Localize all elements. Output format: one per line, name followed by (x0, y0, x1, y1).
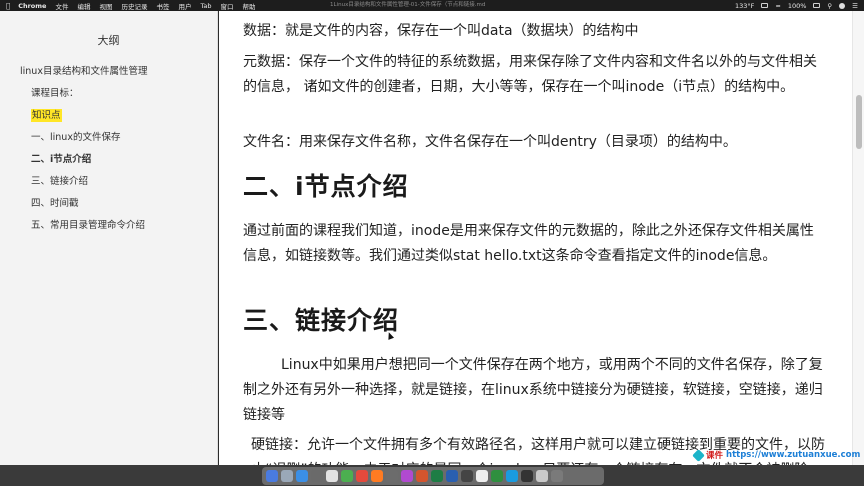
paragraph-links: Linux中如果用户想把同一个文件保存在两个地方，或用两个不同的文件名保存，除了… (243, 357, 823, 423)
menu-item-edit[interactable]: 编辑 (77, 1, 90, 11)
document-body[interactable]: 数据：就是文件的内容，保存在一个叫data（数据块）的结构中 元数据：保存一个文… (219, 11, 852, 465)
paragraph-data: 数据：就是文件的内容，保存在一个叫data（数据块）的结构中 (243, 23, 639, 39)
menu-bar:  Chrome 文件 编辑 视图 历史记录 书签 用户 Tab 窗口 帮助 1… (0, 0, 864, 11)
battery-icon[interactable] (813, 3, 821, 8)
display-icon[interactable] (761, 3, 769, 8)
temperature-status: 133°F (734, 1, 755, 10)
heading-inode: 二、i节点介绍 (243, 172, 409, 201)
menu-item-bookmarks[interactable]: 书签 (156, 1, 169, 11)
menu-app-name[interactable]: Chrome (18, 2, 46, 10)
outline-item-links[interactable]: 三、链接介绍 (0, 171, 217, 193)
watermark-logo-icon (692, 448, 705, 462)
terminal-icon[interactable] (461, 470, 473, 482)
outline-item-knowledge[interactable]: 知识点 (0, 105, 217, 127)
menu-list-icon[interactable]: ☰ (852, 2, 858, 10)
outline-item-timestamps[interactable]: 四、时间戳 (0, 193, 217, 215)
app-icon-17[interactable] (506, 470, 518, 482)
powerpoint-icon[interactable] (416, 470, 428, 482)
menu-item-file[interactable]: 文件 (55, 1, 68, 11)
paragraph-filename: 文件名：用来保存文件名称，文件名保存在一个叫dentry（目录项）的结构中。 (243, 134, 737, 150)
menu-item-help[interactable]: 帮助 (242, 1, 255, 11)
status-area: 133°F ≈ 100% ⚲ ☰ (735, 2, 858, 10)
app-icon-18[interactable] (521, 470, 533, 482)
window-title: 1Linux目录结构和文件属性管理-01-文件保存（节点和链接.md (330, 2, 486, 8)
safari-icon[interactable] (296, 470, 308, 482)
paragraph-inode: 通过前面的课程我们知道，inode是用来保存文件的元数据的，除此之外还保存文件相… (243, 223, 814, 264)
app-icon-15[interactable] (476, 470, 488, 482)
app-icon-4[interactable] (311, 470, 323, 482)
paragraph-metadata: 元数据：保存一个文件的特征的系统数据，用来保存除了文件内容和文件名以外的与文件相… (243, 54, 817, 95)
app-icon-19[interactable] (536, 470, 548, 482)
menu-item-history[interactable]: 历史记录 (121, 1, 147, 11)
launchpad-icon[interactable] (281, 470, 293, 482)
heading-links: 三、链接介绍 (243, 306, 400, 335)
menu-item-window[interactable]: 窗口 (220, 1, 233, 11)
watermark-url: https://www.zutuanxue.com (726, 450, 861, 460)
excel-icon[interactable] (431, 470, 443, 482)
trash-icon[interactable] (551, 470, 563, 482)
apple-icon[interactable]:  (6, 2, 10, 10)
outline-sidebar: 大纲 linux目录结构和文件属性管理 课程目标： 知识点 一、linux的文件… (0, 11, 218, 465)
outline-item-knowledge-label: 知识点 (31, 109, 62, 122)
watermark: 课件 https://www.zutuanxue.com (692, 448, 861, 462)
outline-item-file-save[interactable]: 一、linux的文件保存 (0, 127, 217, 149)
outline-list: linux目录结构和文件属性管理 课程目标： 知识点 一、linux的文件保存 … (0, 61, 217, 237)
user-avatar-icon[interactable] (839, 2, 846, 9)
menu-item-tab[interactable]: Tab (200, 2, 211, 10)
dock (262, 467, 604, 485)
battery-status: 100% (787, 1, 807, 10)
outline-item-commands[interactable]: 五、常用目录管理命令介绍 (0, 215, 217, 237)
outline-item-inode[interactable]: 二、i节点介绍 (0, 149, 217, 171)
calendar-icon[interactable] (326, 470, 338, 482)
word-icon[interactable] (446, 470, 458, 482)
search-icon[interactable]: ⚲ (827, 2, 832, 10)
app-icon-9[interactable] (386, 470, 398, 482)
chrome-icon[interactable] (356, 470, 368, 482)
menu-item-view[interactable]: 视图 (99, 1, 112, 11)
app-icon-6[interactable] (341, 470, 353, 482)
scrollbar-thumb[interactable] (856, 95, 862, 149)
app-icon-10[interactable] (401, 470, 413, 482)
document-scrollbar[interactable] (852, 11, 864, 465)
menu-item-people[interactable]: 用户 (178, 1, 191, 11)
finder-icon[interactable] (266, 470, 278, 482)
outline-title: 大纲 (97, 34, 120, 47)
app-icon-16[interactable] (491, 470, 503, 482)
outline-item-root[interactable]: linux目录结构和文件属性管理 (0, 61, 217, 83)
watermark-label: 课件 (706, 451, 724, 461)
outline-item-goals[interactable]: 课程目标： (0, 83, 217, 105)
firefox-icon[interactable] (371, 470, 383, 482)
wifi-icon[interactable]: ≈ (775, 2, 780, 10)
